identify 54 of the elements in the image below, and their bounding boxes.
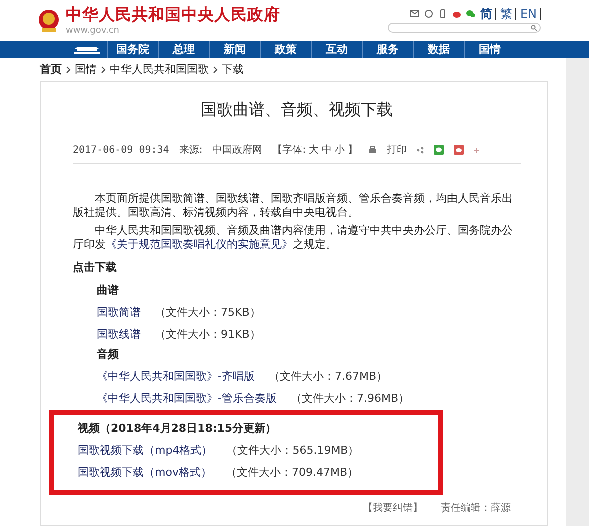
file-size: （文件大小：75KB） bbox=[155, 305, 261, 320]
print-link[interactable]: 打印 bbox=[387, 143, 408, 157]
language-link[interactable]: 繁 bbox=[500, 8, 516, 20]
search-icon[interactable] bbox=[531, 25, 537, 31]
plus-icon[interactable] bbox=[474, 148, 480, 152]
chevron-icon bbox=[66, 66, 71, 74]
editor-credit: 责任编辑：薛源 bbox=[441, 502, 511, 515]
emblem-icon bbox=[38, 8, 60, 32]
source-label: 来源: bbox=[179, 144, 203, 157]
download-link[interactable]: 《中华人民共和国国歌》-齐唱版 bbox=[97, 369, 255, 384]
download-link[interactable]: 国歌线谱 bbox=[97, 327, 141, 342]
printer-icon[interactable] bbox=[368, 146, 378, 154]
bracket: 】 bbox=[348, 144, 358, 157]
file-size: （文件大小：7.96MB） bbox=[290, 391, 410, 406]
download-link[interactable]: 国歌视频下载（mov格式） bbox=[78, 465, 212, 480]
file-size: （文件大小：565.19MB） bbox=[226, 443, 360, 458]
font-size-link[interactable]: 小 bbox=[335, 143, 346, 157]
article-title: 国歌曲谱、音频、视频下载 bbox=[200, 100, 394, 121]
search-field[interactable] bbox=[388, 23, 541, 33]
policy-link[interactable]: 《关于规范国歌奏唱礼仪的实施意见》 bbox=[106, 238, 293, 251]
language-link[interactable]: 简 bbox=[480, 8, 496, 20]
breadcrumb-link[interactable]: 中华人民共和国国歌 bbox=[110, 62, 209, 77]
phone-icon[interactable] bbox=[438, 9, 448, 19]
file-size: （文件大小：709.47MB） bbox=[226, 465, 358, 480]
source-name: 中国政府网 bbox=[212, 144, 263, 157]
download-heading: 点击下载 bbox=[73, 260, 118, 275]
paragraph: 中华人民共和国国歌视频、音频及曲谱内容使用，请遵守中共中央办公厅、国务院办公厅印发《关于规范国歌奏唱礼仪的实施意见》之规定。 bbox=[73, 224, 514, 252]
font-size-label: 【字体: bbox=[272, 144, 306, 157]
gate-icon bbox=[72, 44, 102, 55]
paragraph: 本页面所提供国歌简谱、国歌线谱、国歌齐唱版音频、管乐合奏音频，均由人民音乐出版社提供。国歌高清、标清视频内容，转载自中央电视台。 bbox=[73, 192, 514, 220]
section-heading: 曲谱 bbox=[97, 283, 120, 298]
section-heading: 视频（2018年4月28日18:15分更新） bbox=[78, 421, 278, 436]
file-size: （文件大小：7.67MB） bbox=[268, 369, 388, 384]
chevron-icon bbox=[101, 66, 106, 74]
wechat-icon[interactable] bbox=[466, 9, 476, 19]
mail-icon[interactable] bbox=[410, 9, 420, 19]
site-title: 中华人民共和国中央人民政府 bbox=[66, 5, 280, 26]
wechat-icon[interactable] bbox=[434, 145, 444, 155]
font-size-link[interactable]: 大 bbox=[309, 143, 320, 157]
section-heading: 音频 bbox=[97, 347, 120, 362]
breadcrumb-link[interactable]: 下载 bbox=[222, 62, 244, 77]
publish-date: 2017-06-09 09:34 bbox=[73, 144, 170, 156]
language-link[interactable]: EN bbox=[520, 8, 541, 20]
site-url: www.gov.cn bbox=[66, 26, 120, 36]
font-size-link[interactable]: 中 bbox=[322, 143, 332, 157]
download-link[interactable]: 国歌视频下载（mp4格式） bbox=[78, 443, 213, 458]
share-icon[interactable] bbox=[417, 146, 424, 154]
file-size: （文件大小：91KB） bbox=[155, 327, 261, 342]
download-link[interactable]: 《中华人民共和国国歌》-管乐合奏版 bbox=[97, 391, 277, 406]
breadcrumb-link[interactable]: 国情 bbox=[75, 62, 97, 77]
download-link[interactable]: 国歌简谱 bbox=[97, 305, 141, 320]
report-error-link[interactable]: 【我要纠错】 bbox=[363, 501, 423, 515]
breadcrumb-link[interactable]: 首页 bbox=[40, 62, 62, 77]
chevron-icon bbox=[213, 66, 218, 74]
